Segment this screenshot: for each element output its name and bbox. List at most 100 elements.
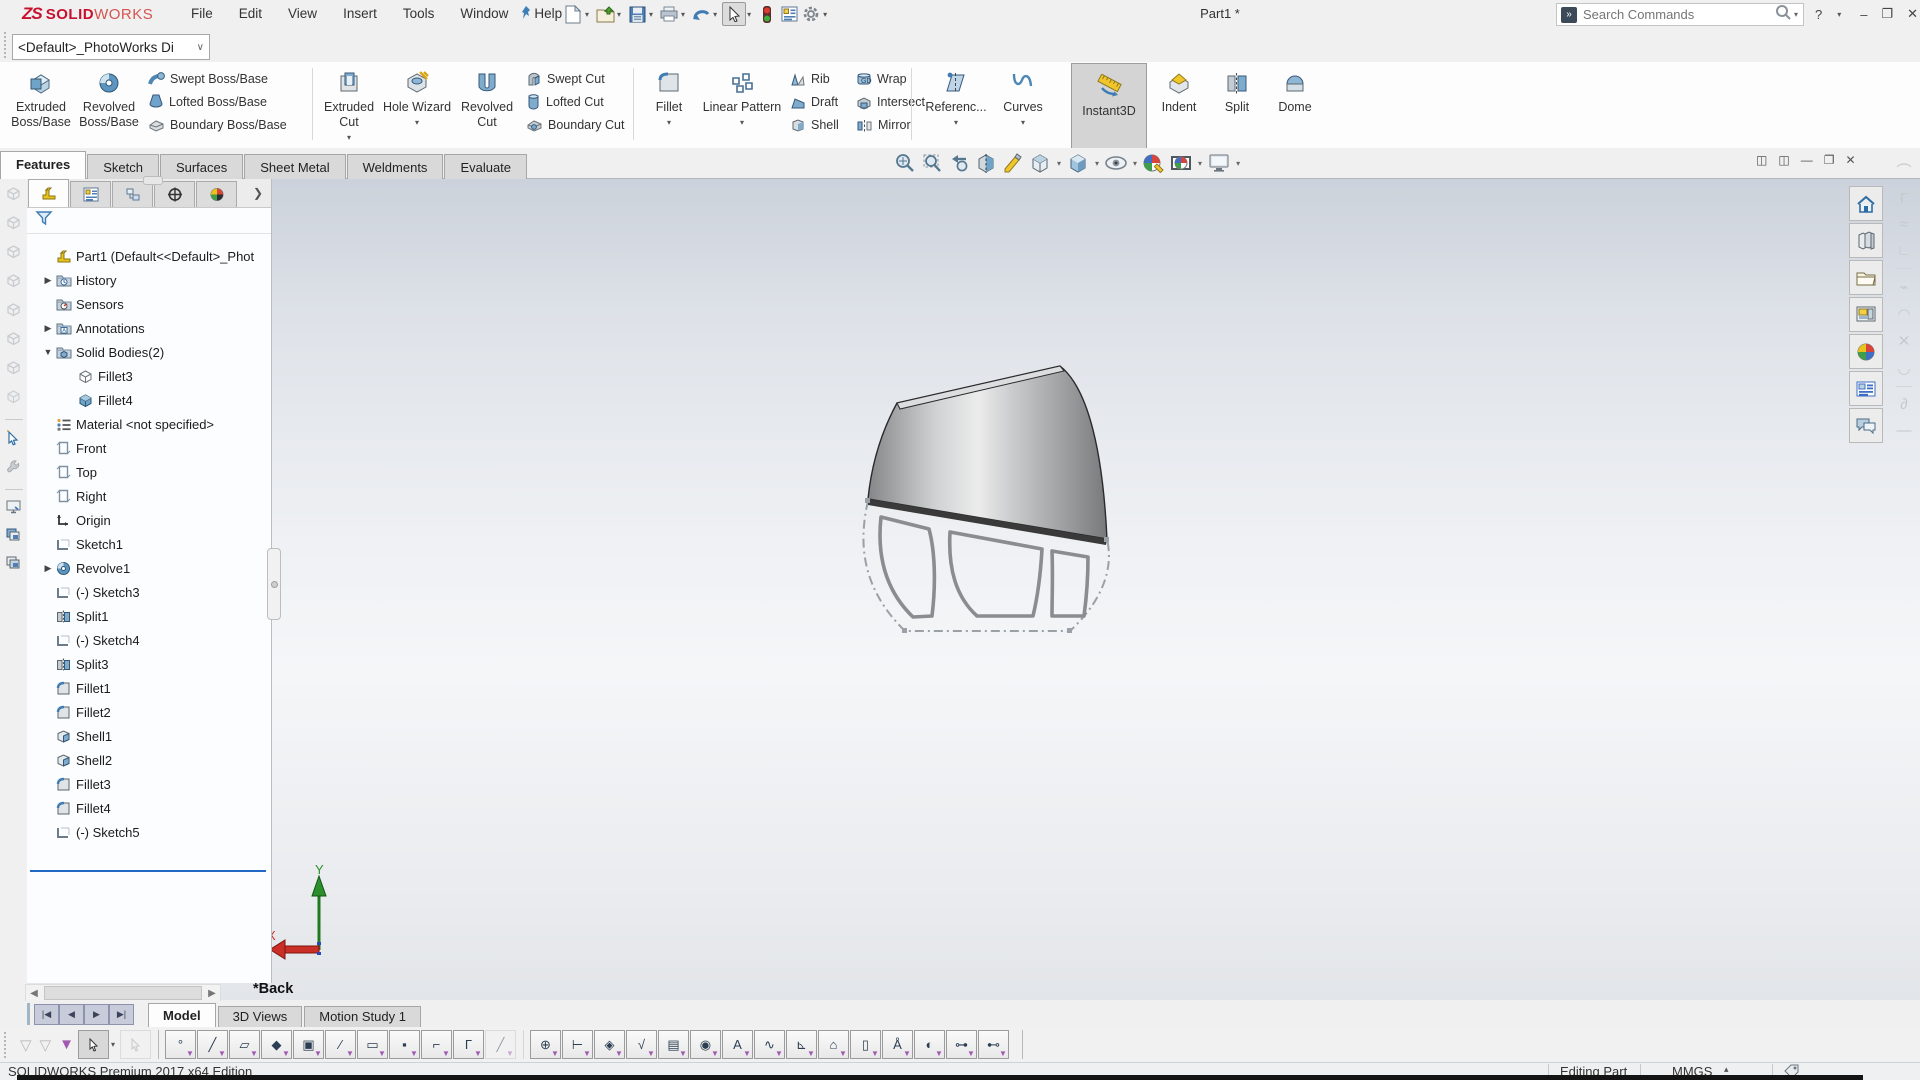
tree-item[interactable]: Split1	[27, 604, 271, 628]
tree-item[interactable]: Fillet2	[27, 700, 271, 724]
scroll-left-icon[interactable]: ◀	[26, 988, 42, 999]
menu-tools[interactable]: Tools	[390, 0, 448, 28]
search-icon[interactable]	[1775, 4, 1792, 26]
zoom-to-area-icon[interactable]	[920, 151, 944, 175]
tree-item[interactable]: Split3	[27, 652, 271, 676]
rib-button[interactable]: Rib	[790, 70, 852, 88]
fillet-button[interactable]: Fillet ▾	[640, 62, 698, 127]
hide-show-items-icon[interactable]	[1104, 151, 1128, 175]
pane-layout-icon[interactable]: ◫	[1778, 153, 1789, 167]
units-dropdown-icon[interactable]: ▴	[1724, 1064, 1729, 1075]
tree-item[interactable]: (-) Sketch4	[27, 628, 271, 652]
settings-gear-icon[interactable]	[800, 3, 822, 25]
filter-centerlines-button[interactable]: ⊢▼	[562, 1030, 593, 1059]
menu-window[interactable]: Window	[447, 0, 521, 28]
next-tab-button[interactable]: ▶	[84, 1004, 109, 1025]
select-cursor-button[interactable]	[78, 1030, 109, 1059]
linear-pattern-dropdown-icon[interactable]: ▾	[740, 118, 744, 127]
scroll-right-icon[interactable]: ▶	[204, 988, 220, 999]
restore-button[interactable]: ❐	[1881, 6, 1893, 22]
revolved-boss-base-button[interactable]: RevolvedBoss/Base	[74, 62, 144, 130]
display-style-dropdown-icon[interactable]: ▾	[1095, 159, 1099, 168]
toggle-filters-funnel-icon[interactable]: ▼	[59, 1036, 74, 1053]
menu-edit[interactable]: Edit	[226, 0, 275, 28]
save-dropdown-icon[interactable]: ▾	[649, 10, 653, 19]
hide-show-dropdown-icon[interactable]: ▾	[1133, 159, 1137, 168]
search-dropdown-icon[interactable]: ▾	[1794, 10, 1798, 19]
filter-clear-funnel-icon[interactable]: ▽	[40, 1036, 52, 1054]
save-button[interactable]	[626, 3, 648, 25]
filter-toolbar-handle[interactable]	[4, 1032, 10, 1058]
tab-model[interactable]: Model	[148, 1003, 216, 1027]
extruded-cut-dropdown-icon[interactable]: ▾	[347, 133, 351, 142]
3d-model[interactable]	[840, 339, 1140, 659]
first-tab-button[interactable]: |◀	[34, 1004, 59, 1025]
print-button[interactable]	[658, 3, 680, 25]
filter-vertices-button[interactable]: °▼	[165, 1030, 196, 1059]
shell-button[interactable]: Shell	[790, 116, 852, 134]
select-lasso-button[interactable]	[120, 1030, 151, 1059]
panel-collapse-handle[interactable]	[143, 176, 163, 185]
tree-item[interactable]: Shell2	[27, 748, 271, 772]
new-dropdown-icon[interactable]: ▾	[585, 10, 589, 19]
tab-surfaces[interactable]: Surfaces	[160, 154, 243, 179]
filter-sketch-points-button[interactable]: ▪▼	[389, 1030, 420, 1059]
fillet-dropdown-icon[interactable]: ▾	[667, 118, 671, 127]
tree-item[interactable]: ▶History	[27, 268, 271, 292]
section-view-icon[interactable]	[974, 151, 998, 175]
forum-icon[interactable]	[1849, 408, 1883, 443]
tree-item[interactable]: Fillet1	[27, 676, 271, 700]
tab-3d-views[interactable]: 3D Views	[218, 1006, 303, 1027]
open-dropdown-icon[interactable]: ▾	[617, 10, 621, 19]
tree-root[interactable]: Part1 (Default<<Default>_Phot	[27, 244, 271, 268]
tab-features[interactable]: Features	[0, 151, 86, 179]
tree-item[interactable]: Fillet4	[27, 388, 271, 412]
curves-button[interactable]: Curves ▾	[994, 62, 1052, 127]
filter-tolerances-button[interactable]: Å▼	[882, 1030, 913, 1059]
filter-appearances-button[interactable]: ◈▼	[594, 1030, 625, 1059]
view-settings-dropdown-icon[interactable]: ▾	[1236, 159, 1240, 168]
filter-dimmed-button[interactable]: ╱▼	[485, 1030, 516, 1059]
select-cursor-dropdown-icon[interactable]: ▾	[111, 1040, 115, 1049]
close-button[interactable]: ✕	[1907, 6, 1918, 22]
tree-item[interactable]: Fillet3	[27, 364, 271, 388]
tab-weldments[interactable]: Weldments	[347, 154, 444, 179]
hole-wizard-dropdown-icon[interactable]: ▾	[415, 118, 419, 127]
tree-item[interactable]: Shell1	[27, 724, 271, 748]
filter-funnel-icon[interactable]: ▽	[20, 1036, 32, 1054]
doc-close-icon[interactable]: ✕	[1845, 153, 1855, 167]
pin-menu-icon[interactable]	[518, 4, 534, 27]
display-style-icon[interactable]	[1066, 151, 1090, 175]
filter-axes-button[interactable]: ⁄▼	[325, 1030, 356, 1059]
pane-split-icon[interactable]: ◫	[1756, 153, 1767, 167]
filter-planes-button[interactable]: ▭▼	[357, 1030, 388, 1059]
previous-view-icon[interactable]	[947, 151, 971, 175]
tab-evaluate[interactable]: Evaluate	[444, 154, 527, 179]
filter-solid-bodies-button[interactable]: ▣▼	[293, 1030, 324, 1059]
instant3d-button[interactable]: Instant3D	[1071, 63, 1147, 149]
tree-item[interactable]: Front	[27, 436, 271, 460]
filter-notes-button[interactable]: A▼	[722, 1030, 753, 1059]
filter-sketch-segments-button[interactable]: ⌐▼	[421, 1030, 452, 1059]
tab-sheet-metal[interactable]: Sheet Metal	[244, 154, 345, 179]
filter-dimensions-button[interactable]: ▤▼	[658, 1030, 689, 1059]
doc-minimize-icon[interactable]: —	[1801, 153, 1813, 167]
appearances-scenes-icon[interactable]	[1849, 334, 1883, 369]
boundary-boss-base-button[interactable]: Boundary Boss/Base	[148, 116, 306, 134]
prev-tab-button[interactable]: ◀	[59, 1004, 84, 1025]
edit-appearance-icon[interactable]	[1142, 151, 1166, 175]
rollback-bar[interactable]	[30, 870, 266, 872]
home-icon[interactable]	[1849, 186, 1883, 221]
tree-item[interactable]: Fillet4	[27, 796, 271, 820]
apply-scene-icon[interactable]	[1169, 151, 1193, 175]
undo-button[interactable]	[690, 3, 712, 25]
apply-scene-dropdown-icon[interactable]: ▾	[1198, 159, 1202, 168]
tree-item[interactable]: ▶Revolve1	[27, 556, 271, 580]
last-tab-button[interactable]: ▶|	[109, 1004, 134, 1025]
zoom-to-fit-icon[interactable]	[893, 151, 917, 175]
tree-item[interactable]: Fillet3	[27, 772, 271, 796]
new-document-button[interactable]	[562, 3, 584, 25]
expander-icon[interactable]: ▶	[41, 275, 55, 286]
tree-item[interactable]: Material <not specified>	[27, 412, 271, 436]
help-dropdown-icon[interactable]: ▾	[1837, 10, 1841, 19]
